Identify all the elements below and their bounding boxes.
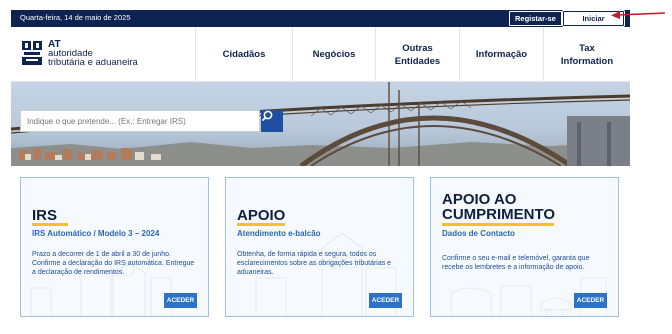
logo-line-3: tributária e aduaneira bbox=[48, 57, 138, 68]
search-box bbox=[20, 110, 260, 132]
at-emblem-icon bbox=[22, 41, 42, 65]
card-body-text: Obtenha, de forma rápida e segura, todos… bbox=[237, 251, 392, 276]
card-subtitle: Atendimento e-balcão bbox=[237, 229, 321, 238]
top-bar: Quarta-feira, 14 de maio de 2025 Regista… bbox=[11, 10, 630, 36]
nav-item-label: Tax Information bbox=[560, 42, 614, 67]
card-title: APOIO bbox=[237, 207, 286, 224]
search-input[interactable] bbox=[21, 111, 259, 132]
register-button[interactable]: Registar-se bbox=[509, 11, 562, 26]
card-title-underline bbox=[32, 223, 68, 226]
card-body-text: Prazo a decorrer de 1 de abril a 30 de j… bbox=[32, 251, 195, 276]
card-irs: IRS IRS Automático / Modelo 3 – 2024 Pra… bbox=[20, 177, 209, 317]
card-title: APOIO AO CUMPRIMENTO bbox=[442, 191, 556, 223]
card-body-text: Confirme o seu e-mail e telemóvel, garan… bbox=[442, 255, 590, 271]
search-icon bbox=[261, 110, 273, 122]
nav-item-label: Cidadãos bbox=[222, 49, 266, 60]
card-subtitle: Dados de Contacto bbox=[442, 229, 515, 238]
card-title-underline bbox=[442, 223, 554, 226]
card-title-underline bbox=[237, 223, 285, 226]
card-apoio-ao-cumprimento: APOIO AO CUMPRIMENTO Dados de Contacto C… bbox=[430, 177, 619, 317]
card-aceder-button[interactable]: ACEDER bbox=[369, 293, 402, 308]
nav-item-negocios[interactable]: Negócios bbox=[292, 27, 375, 82]
nav-item-label: Informação bbox=[475, 49, 528, 60]
search-button[interactable] bbox=[261, 110, 283, 132]
card-aceder-button[interactable]: ACEDER bbox=[164, 293, 197, 308]
at-logo[interactable]: AT autoridade tributária e aduaneira bbox=[21, 39, 156, 71]
logo-text: AT autoridade tributária e aduaneira bbox=[48, 40, 138, 68]
card-apoio: APOIO Atendimento e-balcão Obtenha, de f… bbox=[225, 177, 414, 317]
nav-item-cidadaos[interactable]: Cidadãos bbox=[195, 27, 292, 82]
nav-item-outras-entidades[interactable]: Outras Entidades bbox=[375, 27, 459, 82]
main-header: AT autoridade tributária e aduaneira Cid… bbox=[11, 27, 630, 82]
current-date: Quarta-feira, 14 de maio de 2025 bbox=[20, 13, 131, 22]
card-aceder-button[interactable]: ACEDER bbox=[574, 293, 607, 308]
nav-item-label: Negócios bbox=[312, 49, 356, 60]
annotation-arrow-icon bbox=[611, 11, 666, 19]
card-title: IRS bbox=[32, 207, 58, 224]
hero-banner bbox=[11, 82, 630, 166]
card-subtitle: IRS Automático / Modelo 3 – 2024 bbox=[32, 229, 160, 238]
nav-item-label: Outras Entidades bbox=[394, 42, 441, 67]
nav-item-informacao[interactable]: Informação bbox=[459, 27, 543, 82]
nav-item-tax-information[interactable]: Tax Information bbox=[543, 27, 630, 82]
